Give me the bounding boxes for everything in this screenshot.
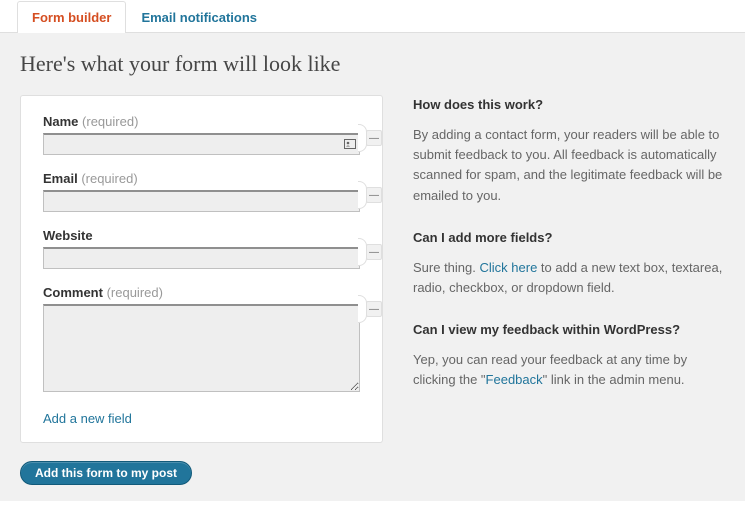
add-form-button[interactable]: Add this form to my post [20, 461, 192, 485]
field-label: Email [43, 171, 78, 186]
feedback-link[interactable]: Feedback [486, 372, 543, 387]
help-panel: How does this work? By adding a contact … [413, 95, 725, 485]
field-required: (required) [81, 171, 137, 186]
page-title: Here's what your form will look like [20, 51, 725, 77]
field-label: Name [43, 114, 78, 129]
help-text-part: Sure thing. [413, 260, 480, 275]
click-here-link[interactable]: Click here [480, 260, 538, 275]
field-name: Name (required) — [43, 114, 360, 155]
field-website: Website — [43, 228, 360, 269]
field-comment: Comment (required) — [43, 285, 360, 395]
field-email: Email (required) — [43, 171, 360, 212]
field-label: Comment [43, 285, 103, 300]
email-input[interactable] [43, 190, 360, 212]
help-text: By adding a contact form, your readers w… [413, 125, 725, 206]
tabs-bar: Form builder Email notifications [0, 0, 745, 33]
add-field-link[interactable]: Add a new field [43, 411, 132, 426]
remove-field-button[interactable]: — [366, 187, 382, 203]
remove-field-button[interactable]: — [366, 301, 382, 317]
help-text: Yep, you can read your feedback at any t… [413, 350, 725, 390]
help-heading: Can I add more fields? [413, 228, 725, 248]
contact-card-icon [344, 138, 356, 150]
help-text-part: " link in the admin menu. [543, 372, 685, 387]
form-preview: Name (required) — Email (r [20, 95, 383, 443]
remove-field-button[interactable]: — [366, 244, 382, 260]
help-heading: Can I view my feedback within WordPress? [413, 320, 725, 340]
help-heading: How does this work? [413, 95, 725, 115]
field-required: (required) [107, 285, 163, 300]
website-input[interactable] [43, 247, 360, 269]
comment-input[interactable] [43, 304, 360, 392]
content-area: Here's what your form will look like Nam… [0, 33, 745, 501]
tab-form-builder[interactable]: Form builder [17, 1, 126, 33]
field-label: Website [43, 228, 93, 243]
field-required: (required) [82, 114, 138, 129]
tab-email-notifications[interactable]: Email notifications [126, 1, 272, 33]
help-text: Sure thing. Click here to add a new text… [413, 258, 725, 298]
name-input[interactable] [43, 133, 360, 155]
remove-field-button[interactable]: — [366, 130, 382, 146]
